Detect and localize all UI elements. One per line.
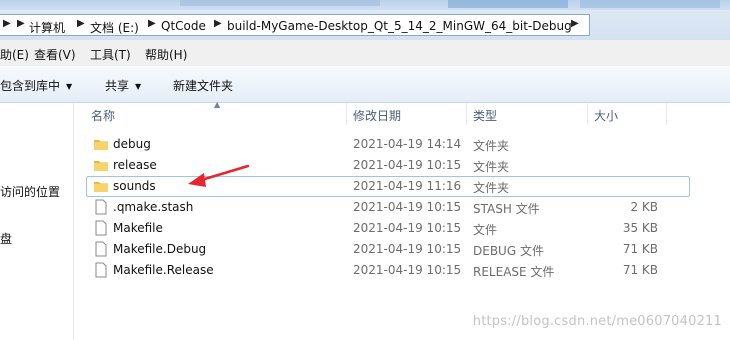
file-size: 71 KB xyxy=(622,242,658,256)
chevron-right-icon[interactable]: ▶ xyxy=(17,18,25,29)
file-type: STASH 文件 xyxy=(473,202,540,216)
file-date: 2021-04-19 10:15 xyxy=(353,158,462,172)
file-name: Makefile xyxy=(113,221,163,235)
file-icon xyxy=(95,199,107,215)
command-toolbar: 包含到库中 ▼ 共享 ▼ 新建文件夹 xyxy=(0,66,730,103)
file-type: 文件夹 xyxy=(473,160,510,174)
file-size: 2 KB xyxy=(630,200,658,214)
file-type: DEBUG 文件 xyxy=(473,244,544,258)
navigation-pane: 访问的位置 盘 xyxy=(0,103,74,340)
chevron-right-icon[interactable]: ▶ xyxy=(148,18,156,29)
file-date: 2021-04-19 14:14 xyxy=(353,137,462,151)
file-date: 2021-04-19 10:15 xyxy=(353,200,462,214)
file-date: 2021-04-19 10:15 xyxy=(353,221,462,235)
column-type[interactable]: 类型 xyxy=(473,107,497,124)
share-button[interactable]: 共享 ▼ xyxy=(105,77,141,94)
file-row-debug[interactable]: debug 2021-04-19 14:14 文件夹 xyxy=(86,134,690,155)
file-row-sounds[interactable]: sounds 2021-04-19 11:16 文件夹 xyxy=(86,176,690,197)
blurred-tab xyxy=(580,0,720,8)
folder-icon xyxy=(94,161,108,171)
chevron-right-icon[interactable]: ▶ xyxy=(3,18,11,29)
blurred-tab xyxy=(180,0,380,6)
file-type: 文件 xyxy=(473,223,498,237)
sort-ascending-icon: ▲ xyxy=(214,100,221,109)
column-divider[interactable] xyxy=(346,103,347,125)
file-size: 35 KB xyxy=(622,221,658,235)
file-date: 2021-04-19 11:16 xyxy=(353,179,462,193)
caret-down-icon: ▼ xyxy=(66,82,73,91)
file-size: 71 KB xyxy=(622,263,658,277)
column-divider[interactable] xyxy=(666,103,667,125)
file-row-qmake-stash[interactable]: .qmake.stash 2021-04-19 10:15 STASH 文件 2… xyxy=(86,197,690,218)
file-date: 2021-04-19 10:15 xyxy=(353,242,462,256)
menu-tools[interactable]: 工具(T) xyxy=(90,46,131,63)
file-icon xyxy=(95,220,107,236)
breadcrumb-computer[interactable]: 计算机 xyxy=(29,19,65,36)
chevron-right-icon[interactable]: ▶ xyxy=(77,18,85,29)
breadcrumb-drive[interactable]: 文档 (E:) xyxy=(90,19,139,36)
menu-view[interactable]: 查看(V) xyxy=(34,46,76,63)
watermark: https://blog.csdn.net/me0607040211 xyxy=(472,314,722,329)
menu-edit[interactable]: 助(E) xyxy=(0,46,29,63)
column-name[interactable]: 名称 xyxy=(91,107,115,124)
file-name: Makefile.Release xyxy=(113,263,214,277)
nav-item-recent-places[interactable]: 访问的位置 xyxy=(0,183,60,200)
chevron-right-icon[interactable]: ▶ xyxy=(214,18,222,29)
blurred-tab xyxy=(448,0,568,8)
file-name: .qmake.stash xyxy=(113,200,194,214)
include-in-library-button[interactable]: 包含到库中 ▼ xyxy=(0,77,72,94)
share-label: 共享 xyxy=(105,79,130,93)
column-header: ▲ 名称 修改日期 类型 大小 xyxy=(74,100,730,125)
file-row-release[interactable]: release 2021-04-19 10:15 文件夹 xyxy=(86,155,690,176)
file-name: Makefile.Debug xyxy=(113,242,207,256)
file-row-makefile-debug[interactable]: Makefile.Debug 2021-04-19 10:15 DEBUG 文件… xyxy=(86,239,690,260)
chevron-right-icon[interactable]: ▶ xyxy=(571,18,579,29)
file-date: 2021-04-19 10:15 xyxy=(353,263,462,277)
menu-bar: 助(E) 查看(V) 工具(T) 帮助(H) xyxy=(0,40,730,66)
file-icon xyxy=(95,262,107,278)
new-folder-button[interactable]: 新建文件夹 xyxy=(173,77,233,94)
file-row-makefile-release[interactable]: Makefile.Release 2021-04-19 10:15 RELEAS… xyxy=(86,260,690,281)
file-icon xyxy=(95,241,107,257)
breadcrumb-build-folder[interactable]: build-MyGame-Desktop_Qt_5_14_2_MinGW_64_… xyxy=(227,19,572,33)
nav-item-drive[interactable]: 盘 xyxy=(0,230,12,247)
caret-down-icon: ▼ xyxy=(135,82,142,91)
folder-icon xyxy=(94,182,108,192)
file-name: release xyxy=(113,158,157,172)
title-strip xyxy=(0,0,730,10)
file-type: RELEASE 文件 xyxy=(473,265,555,279)
breadcrumb-qtcode[interactable]: QtCode xyxy=(161,19,206,33)
folder-icon xyxy=(94,140,108,150)
file-type: 文件夹 xyxy=(473,181,510,195)
breadcrumb[interactable]: ▶ ▶ 计算机 ▶ 文档 (E:) ▶ QtCode ▶ build-MyGam… xyxy=(0,14,590,36)
column-divider[interactable] xyxy=(587,103,588,125)
column-date[interactable]: 修改日期 xyxy=(353,107,401,124)
address-bar: ▶ ▶ 计算机 ▶ 文档 (E:) ▶ QtCode ▶ build-MyGam… xyxy=(0,10,730,40)
file-type: 文件夹 xyxy=(473,139,510,153)
file-row-makefile[interactable]: Makefile 2021-04-19 10:15 文件 35 KB xyxy=(86,218,690,239)
column-size[interactable]: 大小 xyxy=(594,107,618,124)
file-name: debug xyxy=(113,137,151,151)
menu-help[interactable]: 帮助(H) xyxy=(145,46,187,63)
include-in-library-label: 包含到库中 xyxy=(0,79,61,93)
file-name: sounds xyxy=(113,179,156,193)
column-divider[interactable] xyxy=(466,103,467,125)
